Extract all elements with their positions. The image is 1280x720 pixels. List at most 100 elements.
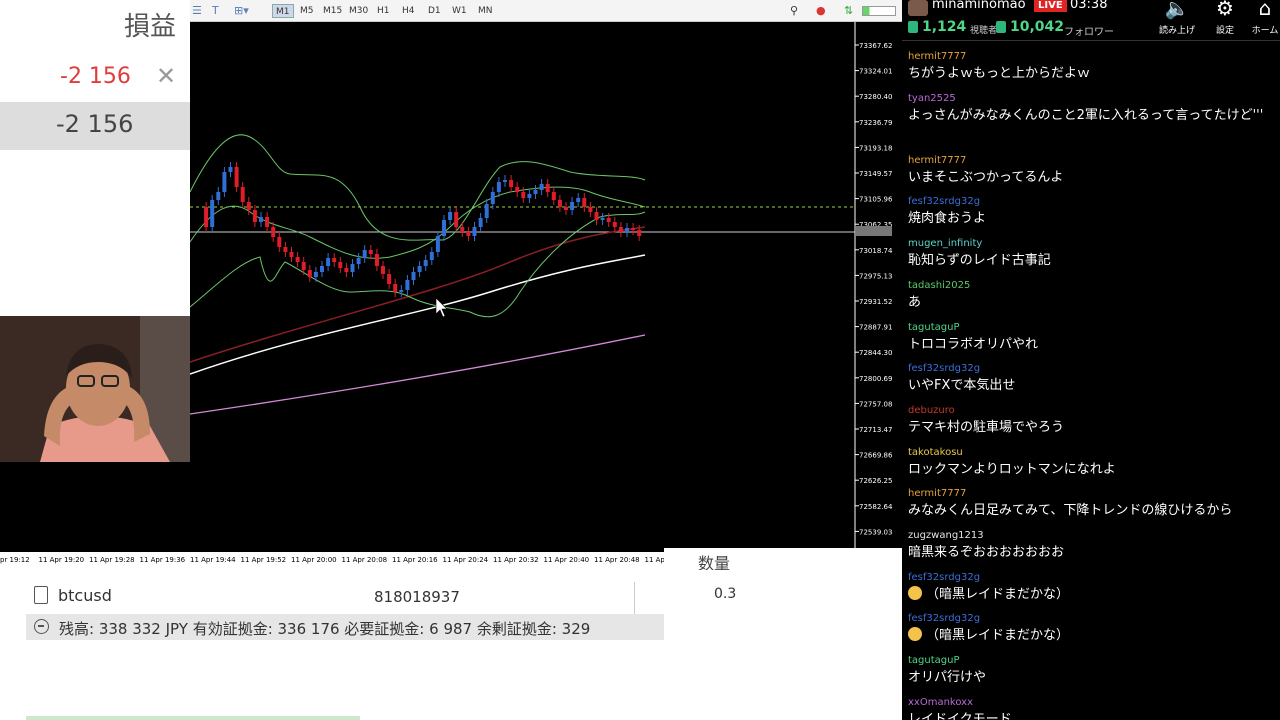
- timeframe-w1[interactable]: W1: [449, 4, 470, 18]
- timeframe-m30[interactable]: M30: [346, 4, 371, 18]
- chat-text: ロックマンよりロットマンになれよ: [908, 461, 1274, 479]
- timeframe-d1[interactable]: D1: [425, 4, 444, 18]
- candle-body: [496, 182, 501, 192]
- candle-body: [368, 250, 373, 254]
- chat-text: （暗黒レイドまだかな）: [908, 585, 1274, 604]
- chat-username[interactable]: fesf32srdg32g: [908, 195, 1274, 208]
- avatar[interactable]: [908, 0, 928, 16]
- time-label: 11 Apr 19:28: [89, 556, 135, 564]
- chat-text-content: あ: [908, 294, 922, 310]
- chat-username[interactable]: hermit7777: [908, 50, 1274, 63]
- candle-body: [564, 207, 568, 210]
- candle-body: [313, 272, 318, 277]
- candle-body: [637, 230, 642, 236]
- price-chart[interactable]: 73367.62 73324.01 73280.40 73236.79 73193.18…: [189, 22, 902, 552]
- chat-message: hermit7777 ちがうよｗもっと上からだよｗ: [908, 50, 1274, 83]
- price-label: 72713.47: [859, 426, 892, 434]
- grid-icon[interactable]: ☰: [192, 4, 202, 17]
- chat-username[interactable]: tagutaguP: [908, 321, 1274, 334]
- timeframe-m5[interactable]: M5: [297, 4, 317, 18]
- candle-body: [259, 217, 263, 222]
- chat-username[interactable]: tadashi2025: [908, 279, 1274, 292]
- chat-text: いやFXで本気出せ: [908, 377, 1274, 395]
- candle-body: [399, 290, 404, 292]
- chat-text-content: （暗黒レイドまだかな）: [926, 628, 1070, 644]
- text-tool-icon[interactable]: T: [212, 4, 219, 17]
- candle-body: [228, 167, 233, 172]
- candle-body: [594, 212, 599, 220]
- time-label: 11 Apr 19:44: [190, 556, 236, 564]
- chat-message: fesf32srdg32g いやFXで本気出せ: [908, 362, 1274, 395]
- stream-header: minaminomao LIVE 03:38 1,124 視聴者 10,042 …: [902, 0, 1280, 40]
- current-price-marker: [856, 226, 892, 236]
- candle-body: [411, 272, 416, 280]
- home-button[interactable]: ⌂ ホーム: [1242, 0, 1280, 40]
- home-icon: ⌂: [1258, 0, 1272, 20]
- notification-icon[interactable]: ●: [816, 4, 826, 17]
- candle-body: [582, 198, 587, 207]
- collapse-icon[interactable]: [34, 619, 49, 634]
- chat-username[interactable]: tagutaguP: [908, 654, 1274, 667]
- chat-username[interactable]: zugzwang1213: [908, 529, 1274, 542]
- chat-text: いまそこぶつかってるんよ: [908, 169, 1274, 187]
- price-label: 73105.96: [859, 196, 893, 204]
- candle-body: [277, 237, 282, 247]
- candle-body: [320, 266, 324, 272]
- ma-pink-line: [189, 334, 646, 415]
- timeframe-h4[interactable]: H4: [399, 4, 418, 18]
- follower-label: フォロワー: [1064, 27, 1114, 38]
- chat-text-content: 恥知らずのレイド古事記: [908, 253, 1051, 269]
- scrollbar[interactable]: [26, 716, 360, 720]
- viewer-count: 1,124: [922, 19, 967, 35]
- chat-username[interactable]: fesf32srdg32g: [908, 362, 1274, 375]
- time-label: 11 Apr 20:32: [493, 556, 539, 564]
- profit-loss-panel: 損益 -2 156 ✕ -2 156: [0, 0, 190, 316]
- chat-message: tadashi2025 あ: [908, 279, 1274, 312]
- chat-username[interactable]: tyan2525: [908, 92, 1274, 105]
- timeframe-h1[interactable]: H1: [374, 4, 393, 18]
- timeframe-mn[interactable]: MN: [475, 4, 496, 18]
- chat-username[interactable]: mugen_infinity: [908, 237, 1274, 250]
- document-icon: [34, 586, 48, 604]
- chat-message-list[interactable]: hermit7777 ちがうよｗもっと上からだよｗ tyan2525 よっさんがみなみ…: [902, 50, 1280, 720]
- price-label: 73236.79: [859, 119, 892, 127]
- price-label: 72931.52: [859, 298, 892, 306]
- chat-username[interactable]: hermit7777: [908, 154, 1274, 167]
- follower-icon: [996, 21, 1006, 33]
- chat-message: fesf32srdg32g （暗黒レイドまだかな）: [908, 612, 1274, 645]
- candle-body: [618, 227, 623, 232]
- emoji-icon: [908, 585, 922, 600]
- chat-username[interactable]: fesf32srdg32g: [908, 571, 1274, 584]
- candle-body: [515, 187, 520, 192]
- chat-text-content: ロックマンよりロットマンになれよ: [908, 461, 1116, 477]
- timeframe-m1[interactable]: M1: [272, 4, 294, 18]
- price-label: 72844.30: [859, 349, 892, 357]
- chat-text-content: オリパ行けや: [908, 670, 987, 686]
- chat-text-content: トロコラボオリパやれ: [908, 336, 1039, 352]
- chat-username[interactable]: fesf32srdg32g: [908, 612, 1274, 625]
- chat-text-content: レイドイクモード: [908, 711, 1012, 720]
- chat-username[interactable]: debuzuro: [908, 404, 1274, 417]
- price-label: 72757.08: [859, 400, 892, 408]
- shapes-icon[interactable]: ⊞▾: [234, 4, 249, 17]
- chat-username[interactable]: xxOmankoxx: [908, 696, 1274, 709]
- chat-message: zugzwang1213 暗黒来るぞおおおおおおお: [908, 529, 1274, 562]
- candle-body: [539, 184, 544, 190]
- timeframe-m15[interactable]: M15: [320, 4, 345, 18]
- chat-username[interactable]: hermit7777: [908, 487, 1274, 500]
- candle-body: [240, 187, 245, 202]
- candle-body: [625, 228, 629, 232]
- pl-title: 損益: [123, 12, 176, 42]
- candle-body: [222, 172, 227, 192]
- read-aloud-button[interactable]: 🔈 読み上げ: [1154, 0, 1200, 40]
- search-icon[interactable]: ⚲: [790, 4, 798, 17]
- streamer-name[interactable]: minaminomao: [932, 0, 1026, 12]
- chat-username[interactable]: takotakosu: [908, 446, 1274, 459]
- chat-text-content: いまそこぶつかってるんよ: [908, 169, 1064, 185]
- close-position-icon[interactable]: ✕: [156, 62, 176, 90]
- position-row[interactable]: btcusd 818018937: [26, 582, 664, 622]
- connection-status-bar: [862, 6, 896, 16]
- candle-body: [527, 194, 532, 198]
- chat-message: fesf32srdg32g 焼肉食おうよ: [908, 195, 1274, 228]
- chat-message: tagutaguP オリパ行けや: [908, 654, 1274, 687]
